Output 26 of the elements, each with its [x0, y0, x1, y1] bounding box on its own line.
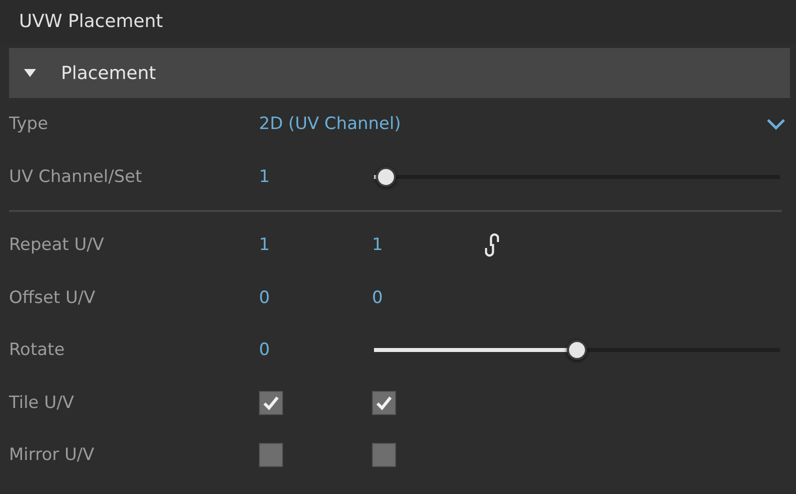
slider[interactable] [372, 338, 782, 362]
checkbox[interactable] [372, 390, 396, 415]
value-field[interactable]: 1 [259, 235, 372, 256]
checkbox[interactable] [372, 443, 396, 468]
value-field[interactable]: 0 [372, 288, 485, 308]
chain-link-icon[interactable] [485, 232, 499, 258]
chevron-down-icon [766, 118, 786, 130]
checkbox[interactable] [259, 390, 283, 415]
property-label: Tile U/V [9, 392, 75, 413]
property-label: Rotate [9, 340, 66, 360]
value-field[interactable]: 0 [259, 340, 372, 360]
value-field[interactable]: 1 [372, 235, 485, 256]
slider-thumb[interactable] [567, 340, 587, 360]
slider[interactable] [372, 164, 782, 189]
checkbox[interactable] [259, 443, 283, 468]
property-label: UV Channel/Set [9, 166, 143, 187]
type-dropdown[interactable]: 2D (UV Channel) [259, 114, 786, 134]
section-header[interactable]: Placement [9, 48, 790, 98]
slider-thumb[interactable] [376, 166, 396, 187]
property-label: Repeat U/V [9, 235, 106, 256]
value-field[interactable]: 0 [259, 288, 372, 308]
property-label: Type [9, 114, 50, 134]
value-field[interactable]: 1 [259, 166, 372, 187]
section-label: Placement [61, 62, 156, 84]
property-label: Mirror U/V [9, 445, 96, 466]
property-label: Offset U/V [9, 288, 96, 308]
